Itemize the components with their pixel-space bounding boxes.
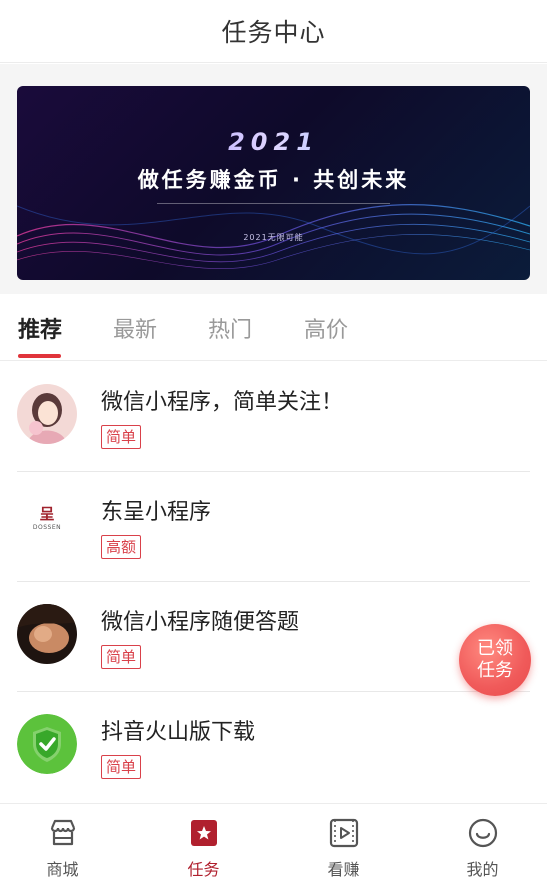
banner-subtitle: 2021无限可能	[243, 233, 304, 242]
task-avatar	[17, 384, 77, 444]
banner-year: 2021	[17, 128, 530, 156]
shield-check-icon	[17, 714, 77, 774]
task-title: 东呈小程序	[101, 500, 212, 525]
banner-section: 2021 做任务赚金币 · 共创未来 2021无限可能	[0, 64, 547, 294]
banner-title: 做任务赚金币 · 共创未来	[137, 168, 410, 192]
tab-high-price[interactable]: 高价	[304, 312, 348, 344]
tab-recommended[interactable]: 推荐	[18, 312, 62, 344]
nav-item-mine[interactable]: 我的	[414, 804, 547, 881]
task-title: 微信小程序，简单关注！	[101, 390, 344, 415]
nav-label-store: 商城	[46, 860, 79, 879]
banner-divider	[157, 203, 390, 204]
list-item[interactable]: 呈 DOSSEN 东呈小程序 高额	[0, 472, 547, 582]
claimed-tasks-label-1: 已领	[477, 638, 513, 659]
video-play-icon	[327, 816, 361, 850]
task-avatar: 呈 DOSSEN	[17, 494, 77, 554]
dossen-logo-text: DOSSEN	[32, 524, 62, 531]
dossen-logo-mark: 呈	[39, 505, 55, 523]
task-avatar	[17, 714, 77, 774]
tab-hot[interactable]: 热门	[208, 312, 252, 344]
nav-label-tasks: 任务	[187, 860, 220, 879]
list-item[interactable]: 抖音火山版下载 简单	[0, 692, 547, 802]
active-tab-indicator	[18, 354, 61, 358]
page-header: 任务中心	[0, 0, 547, 63]
task-tag: 简单	[101, 755, 142, 779]
illustration-girl-icon	[17, 384, 77, 444]
page-title: 任务中心	[221, 18, 326, 47]
bottom-nav: 商城 任务 看赚 我的	[0, 803, 547, 881]
task-tag: 简单	[101, 645, 142, 669]
task-avatar	[17, 604, 77, 664]
store-icon	[46, 816, 80, 850]
promo-banner[interactable]: 2021 做任务赚金币 · 共创未来 2021无限可能	[17, 86, 530, 280]
star-task-icon	[187, 816, 221, 850]
nav-label-mine: 我的	[466, 860, 499, 879]
list-item[interactable]: 微信小程序，简单关注！ 简单	[0, 362, 547, 472]
task-tabs: 推荐 最新 热门 高价	[0, 294, 547, 361]
task-title: 微信小程序随便答题	[101, 610, 300, 635]
tab-latest[interactable]: 最新	[113, 312, 157, 344]
task-title: 抖音火山版下载	[101, 720, 256, 745]
task-tag: 简单	[101, 425, 142, 449]
nav-item-watch-earn[interactable]: 看赚	[275, 804, 412, 881]
nav-item-store[interactable]: 商城	[0, 804, 131, 881]
nav-item-tasks[interactable]: 任务	[135, 804, 272, 881]
task-tag: 高额	[101, 535, 142, 559]
nav-label-watch-earn: 看赚	[327, 860, 360, 879]
claimed-tasks-button[interactable]: 已领 任务	[459, 624, 531, 696]
photo-portrait-icon	[17, 604, 77, 664]
smiley-icon	[466, 816, 500, 850]
claimed-tasks-label-2: 任务	[477, 660, 513, 681]
